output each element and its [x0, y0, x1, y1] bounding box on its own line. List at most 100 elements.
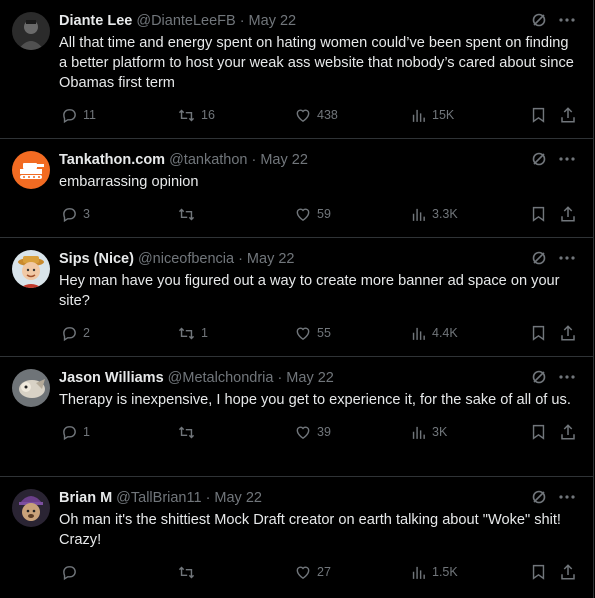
more-icon[interactable] — [559, 495, 575, 499]
tweet-actions: 1 39 3K — [59, 421, 579, 443]
like-button[interactable]: 55 — [294, 322, 331, 344]
tweet-text: embarrassing opinion — [59, 174, 199, 190]
views-button[interactable]: 15K — [410, 104, 454, 126]
reply-button[interactable]: 11 — [61, 104, 96, 126]
retweet-count: 1 — [201, 326, 208, 340]
share-button[interactable] — [559, 203, 577, 225]
reply-icon — [63, 326, 76, 341]
tweet-text: All that time and energy spent on hating… — [59, 35, 578, 91]
separator-dot: · — [251, 152, 257, 168]
reply-count: 1 — [83, 425, 90, 439]
share-button[interactable] — [559, 322, 577, 344]
separator-dot: · — [277, 370, 283, 386]
display-name[interactable]: Diante Lee — [59, 13, 132, 29]
retweet-button[interactable] — [177, 421, 201, 443]
tweet-actions: 3 59 3.3K — [59, 203, 579, 225]
grok-icon[interactable] — [531, 250, 547, 266]
views-button[interactable]: 3.3K — [410, 203, 458, 225]
more-icon[interactable] — [559, 375, 575, 379]
retweet-count: 16 — [201, 108, 215, 122]
display-name[interactable]: Brian M — [59, 490, 112, 506]
like-button[interactable]: 39 — [294, 421, 331, 443]
heart-icon — [296, 327, 310, 340]
views-button[interactable]: 3K — [410, 421, 447, 443]
separator-dot: · — [238, 251, 243, 267]
tweet-text: Hey man have you figured out a way to cr… — [59, 273, 564, 309]
tweet-header: Diante Lee @DianteLeeFB · May 22 — [59, 10, 579, 32]
grok-icon[interactable] — [531, 12, 547, 28]
reply-button[interactable]: 1 — [61, 421, 90, 443]
tweet-date[interactable]: May 22 — [286, 370, 334, 386]
share-button[interactable] — [559, 561, 577, 583]
tweet[interactable]: Sips (Nice) @niceofbencia · May 22 Hey m… — [0, 238, 593, 357]
retweet-button[interactable] — [177, 561, 201, 583]
reply-feed: Diante Lee @DianteLeeFB · May 22 All tha… — [0, 0, 594, 598]
share-button[interactable] — [559, 421, 577, 443]
views-icon — [412, 109, 425, 122]
tweet[interactable]: Brian M @TallBrian11 · May 22 Oh man it'… — [0, 477, 593, 598]
tweet[interactable]: Jason Williams @Metalchondria · May 22 T… — [0, 357, 593, 477]
avatar[interactable] — [12, 151, 50, 189]
avatar[interactable] — [12, 369, 50, 407]
avatar[interactable] — [12, 12, 50, 50]
grok-icon[interactable] — [531, 369, 547, 385]
share-icon — [561, 206, 575, 222]
tweet[interactable]: Tankathon.com @tankathon · May 22 embarr… — [0, 139, 593, 238]
user-handle[interactable]: @TallBrian11 — [116, 490, 201, 506]
avatar[interactable] — [12, 250, 50, 288]
user-handle[interactable]: @tankathon — [169, 152, 247, 168]
share-button[interactable] — [559, 104, 577, 126]
views-icon — [412, 327, 425, 340]
more-icon[interactable] — [559, 157, 575, 161]
more-icon[interactable] — [559, 18, 575, 22]
tweet-actions: 2 1 55 4.4K — [59, 322, 579, 344]
bookmark-button[interactable] — [530, 561, 547, 583]
like-count: 55 — [317, 326, 331, 340]
tweet-date[interactable]: May 22 — [214, 490, 262, 506]
more-icon[interactable] — [559, 256, 575, 260]
bookmark-button[interactable] — [530, 322, 547, 344]
avatar[interactable] — [12, 489, 50, 527]
reply-icon — [63, 207, 76, 222]
display-name[interactable]: Sips (Nice) — [59, 251, 134, 267]
tweet-date[interactable]: May 22 — [260, 152, 308, 168]
like-button[interactable]: 27 — [294, 561, 331, 583]
like-count: 59 — [317, 207, 331, 221]
tweet-header: Brian M @TallBrian11 · May 22 — [59, 487, 579, 509]
user-handle[interactable]: @Metalchondria — [168, 370, 274, 386]
like-count: 27 — [317, 565, 331, 579]
user-handle[interactable]: @niceofbencia — [138, 251, 234, 267]
retweet-button[interactable]: 1 — [177, 322, 208, 344]
bookmark-icon — [532, 107, 545, 123]
display-name[interactable]: Tankathon.com — [59, 152, 165, 168]
grok-icon[interactable] — [531, 489, 547, 505]
retweet-button[interactable]: 16 — [177, 104, 215, 126]
like-count: 39 — [317, 425, 331, 439]
reply-count: 3 — [83, 207, 90, 221]
tweet[interactable]: Diante Lee @DianteLeeFB · May 22 All tha… — [0, 0, 593, 139]
retweet-button[interactable] — [177, 203, 201, 225]
tweet-date[interactable]: May 22 — [247, 251, 295, 267]
views-icon — [412, 208, 425, 221]
reply-count: 11 — [83, 108, 96, 122]
bookmark-button[interactable] — [530, 104, 547, 126]
views-button[interactable]: 1.5K — [410, 561, 458, 583]
tweet-date[interactable]: May 22 — [249, 13, 297, 29]
share-icon — [561, 325, 575, 341]
grok-icon[interactable] — [531, 151, 547, 167]
display-name[interactable]: Jason Williams — [59, 370, 164, 386]
bookmark-button[interactable] — [530, 203, 547, 225]
heart-icon — [296, 109, 310, 122]
views-button[interactable]: 4.4K — [410, 322, 458, 344]
reply-icon — [63, 425, 76, 440]
reply-button[interactable]: 2 — [61, 322, 90, 344]
reply-button[interactable]: 3 — [61, 203, 90, 225]
user-handle[interactable]: @DianteLeeFB — [136, 13, 235, 29]
like-button[interactable]: 59 — [294, 203, 331, 225]
like-button[interactable]: 438 — [294, 104, 338, 126]
heart-icon — [296, 566, 310, 579]
share-icon — [561, 107, 575, 123]
reply-button[interactable] — [61, 561, 83, 583]
bookmark-button[interactable] — [530, 421, 547, 443]
retweet-icon — [178, 208, 195, 220]
